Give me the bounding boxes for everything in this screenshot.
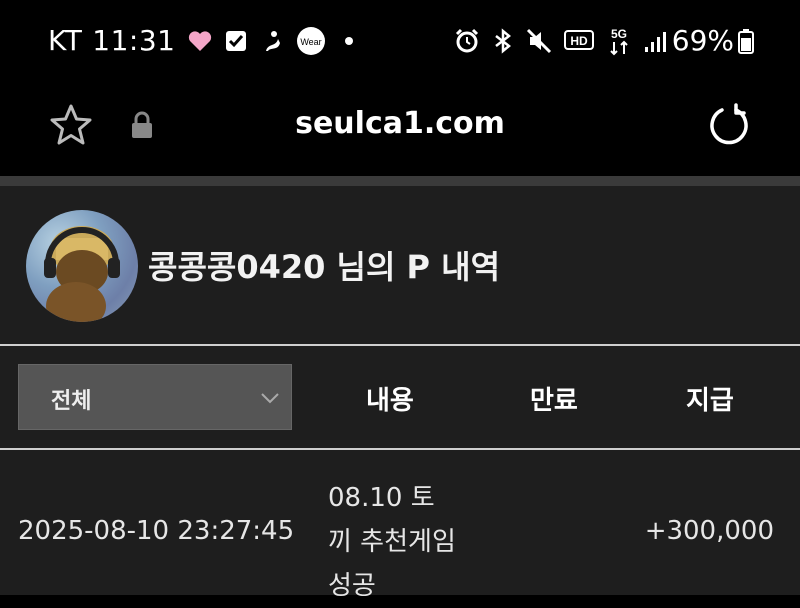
row-description: 08.10 토끼 추천게임 성공 [328, 483, 456, 601]
hd-icon: HD [563, 29, 594, 53]
hd-label: HD [570, 34, 588, 48]
filter-dropdown[interactable]: 전체 [18, 364, 292, 430]
page-title: 콩콩콩0420 님의 P 내역 [148, 248, 501, 286]
status-bar: KT 11:31 Wear HD 5G 69% [0, 0, 800, 84]
mute-icon [526, 28, 552, 54]
column-header-pay: 지급 [686, 386, 734, 416]
battery-icon [738, 28, 754, 54]
chevron-down-icon [259, 387, 281, 413]
battery-percent: 69% [671, 24, 734, 57]
avatar[interactable] [26, 210, 138, 322]
signal-icon [644, 29, 666, 53]
column-header-content: 내용 [366, 386, 414, 416]
column-header-expire: 만료 [530, 386, 578, 416]
section-divider [0, 344, 800, 346]
row-date: 2025-08-10 23:27:45 [18, 516, 295, 546]
activity-icon [260, 29, 284, 53]
5g-icon: 5G [606, 26, 632, 56]
header-divider [0, 448, 800, 450]
row-amount: +300,000 [644, 516, 774, 546]
clock-time: 11:31 [92, 24, 176, 57]
check-square-icon [224, 29, 248, 53]
wear-icon: Wear [296, 26, 326, 56]
carrier-label: KT [48, 24, 83, 57]
bluetooth-icon [492, 27, 514, 54]
reload-icon[interactable] [706, 102, 752, 148]
points-history-panel: 콩콩콩0420 님의 P 내역 전체 내용 만료 지급 2025-08-10 2… [0, 186, 800, 601]
browser-toolbar: seulca1.com [0, 84, 800, 176]
dot-icon [344, 36, 354, 46]
address-bar-url[interactable]: seulca1.com [0, 106, 800, 141]
toolbar-divider [0, 176, 800, 186]
wear-label: Wear [300, 37, 321, 47]
fiveg-label: 5G [611, 27, 627, 41]
heart-icon [188, 30, 212, 52]
alarm-icon [454, 28, 480, 54]
filter-selected-value: 전체 [51, 389, 92, 414]
